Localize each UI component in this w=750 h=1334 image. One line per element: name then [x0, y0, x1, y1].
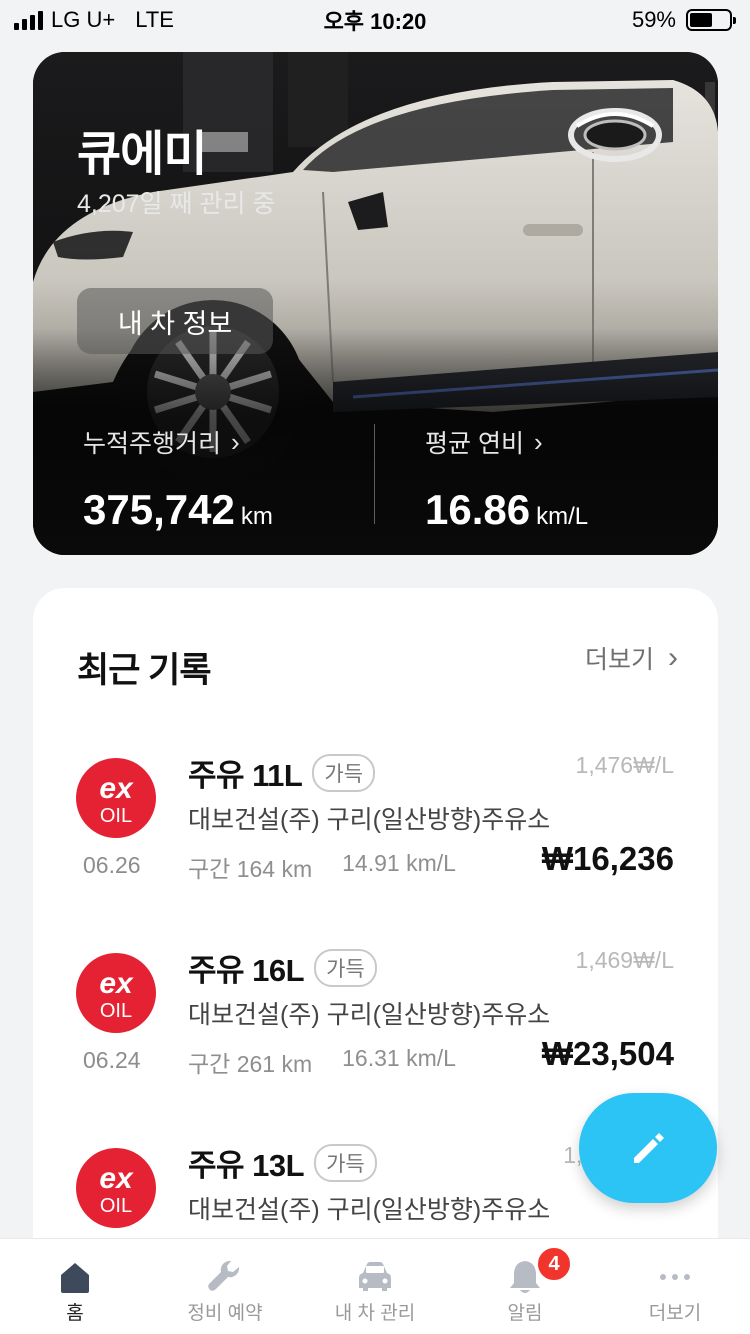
- chevron-right-icon: ›: [533, 426, 543, 457]
- full-tank-badge: 가득: [312, 753, 376, 792]
- full-tank-badge: 가득: [314, 948, 377, 987]
- tab-more[interactable]: 더보기: [600, 1239, 750, 1334]
- mileage-label: 누적주행거리: [83, 430, 222, 458]
- record-item[interactable]: ex OIL 06.26 주유 11L 가득 1,476₩/L 대보건설(주) …: [33, 748, 718, 928]
- efficiency-stat[interactable]: 평균 연비 › 16.86 km/L: [425, 424, 588, 534]
- tab-maintenance-booking[interactable]: 정비 예약: [150, 1239, 300, 1334]
- full-tank-badge: 가득: [314, 1143, 377, 1182]
- efficiency-label: 평균 연비: [425, 430, 524, 458]
- efficiency-value: 16.86: [425, 486, 531, 533]
- bottom-tab-bar: 홈 정비 예약 내 차 관리 4 알림 더보기: [0, 1238, 750, 1334]
- days-managed: 4,207일 째 관리 중: [77, 190, 276, 218]
- tab-label: 홈: [66, 1303, 84, 1324]
- pencil-icon: [634, 1133, 664, 1163]
- svg-text:ex: ex: [99, 772, 134, 805]
- car-hero-card[interactable]: 큐에미 4,207일 째 관리 중 내 차 정보 누적주행거리 › 375,74…: [33, 52, 718, 555]
- home-icon: [61, 1263, 89, 1293]
- svg-text:ex: ex: [99, 1162, 134, 1195]
- record-total: ₩16,236: [541, 840, 674, 877]
- svg-text:OIL: OIL: [100, 1000, 132, 1022]
- car-info-button[interactable]: 내 차 정보: [77, 288, 273, 354]
- segment-distance: 구간 164 km: [188, 856, 313, 882]
- mileage-value: 375,742: [83, 486, 235, 533]
- svg-text:OIL: OIL: [100, 1195, 132, 1217]
- station-name: 대보건설(주) 구리(일산방향)주유소: [188, 1001, 551, 1029]
- more-label: 더보기: [584, 646, 654, 674]
- car-name: 큐에미: [77, 128, 207, 181]
- unit-price: 1,476₩/L: [575, 752, 674, 778]
- svg-text:ex: ex: [99, 967, 134, 1000]
- brand-logo-icon: [568, 108, 662, 162]
- exoil-logo-icon: ex OIL: [76, 953, 156, 1033]
- tab-label: 내 차 관리: [334, 1303, 416, 1324]
- record-title: 주유 11L: [188, 758, 303, 793]
- recent-records-title: 최근 기록: [77, 651, 212, 690]
- add-record-button[interactable]: [579, 1093, 717, 1203]
- record-title: 주유 16L: [188, 953, 305, 988]
- tab-notifications[interactable]: 4 알림: [450, 1239, 600, 1334]
- tab-label: 알림: [507, 1303, 543, 1324]
- wrench-icon: [208, 1260, 240, 1291]
- station-name: 대보건설(주) 구리(일산방향)주유소: [188, 806, 551, 834]
- mileage-unit: km: [240, 503, 273, 530]
- record-date: 06.24: [83, 1047, 141, 1073]
- tab-label: 정비 예약: [187, 1303, 263, 1324]
- chevron-right-icon: ›: [668, 641, 678, 674]
- battery-percent: 59%: [631, 7, 676, 32]
- carrier-name: LG U+: [51, 7, 116, 32]
- notification-count-badge: 4: [536, 1246, 572, 1282]
- exoil-logo-icon: ex OIL: [76, 758, 156, 838]
- svg-text:OIL: OIL: [100, 805, 132, 827]
- battery-icon: [686, 9, 736, 31]
- tab-home[interactable]: 홈: [0, 1239, 150, 1334]
- chevron-right-icon: ›: [231, 426, 240, 457]
- signal-icon: [14, 10, 43, 30]
- exoil-logo-icon: ex OIL: [76, 1148, 156, 1228]
- tab-label: 더보기: [648, 1303, 702, 1324]
- unit-price: 1,469₩/L: [575, 947, 674, 973]
- station-name: 대보건설(주) 구리(일산방향)주유소: [188, 1196, 551, 1224]
- efficiency-unit: km/L: [536, 503, 589, 530]
- status-bar: LG U+ LTE 오후 10:20 59%: [0, 0, 750, 40]
- more-dots-icon: [660, 1274, 690, 1280]
- segment-efficiency: 16.31 km/L: [342, 1045, 456, 1071]
- car-icon: [359, 1262, 391, 1291]
- more-records-link[interactable]: 더보기 ›: [585, 640, 678, 676]
- segment-efficiency: 14.91 km/L: [342, 850, 456, 876]
- tab-car-management[interactable]: 내 차 관리: [300, 1239, 450, 1334]
- record-title: 주유 13L: [188, 1148, 305, 1183]
- mileage-stat[interactable]: 누적주행거리 › 375,742 km: [83, 424, 273, 534]
- network-type: LTE: [135, 7, 174, 32]
- segment-distance: 구간 261 km: [188, 1051, 313, 1077]
- record-total: ₩23,504: [541, 1035, 674, 1072]
- record-date: 06.26: [83, 852, 141, 878]
- stat-divider: [374, 424, 375, 524]
